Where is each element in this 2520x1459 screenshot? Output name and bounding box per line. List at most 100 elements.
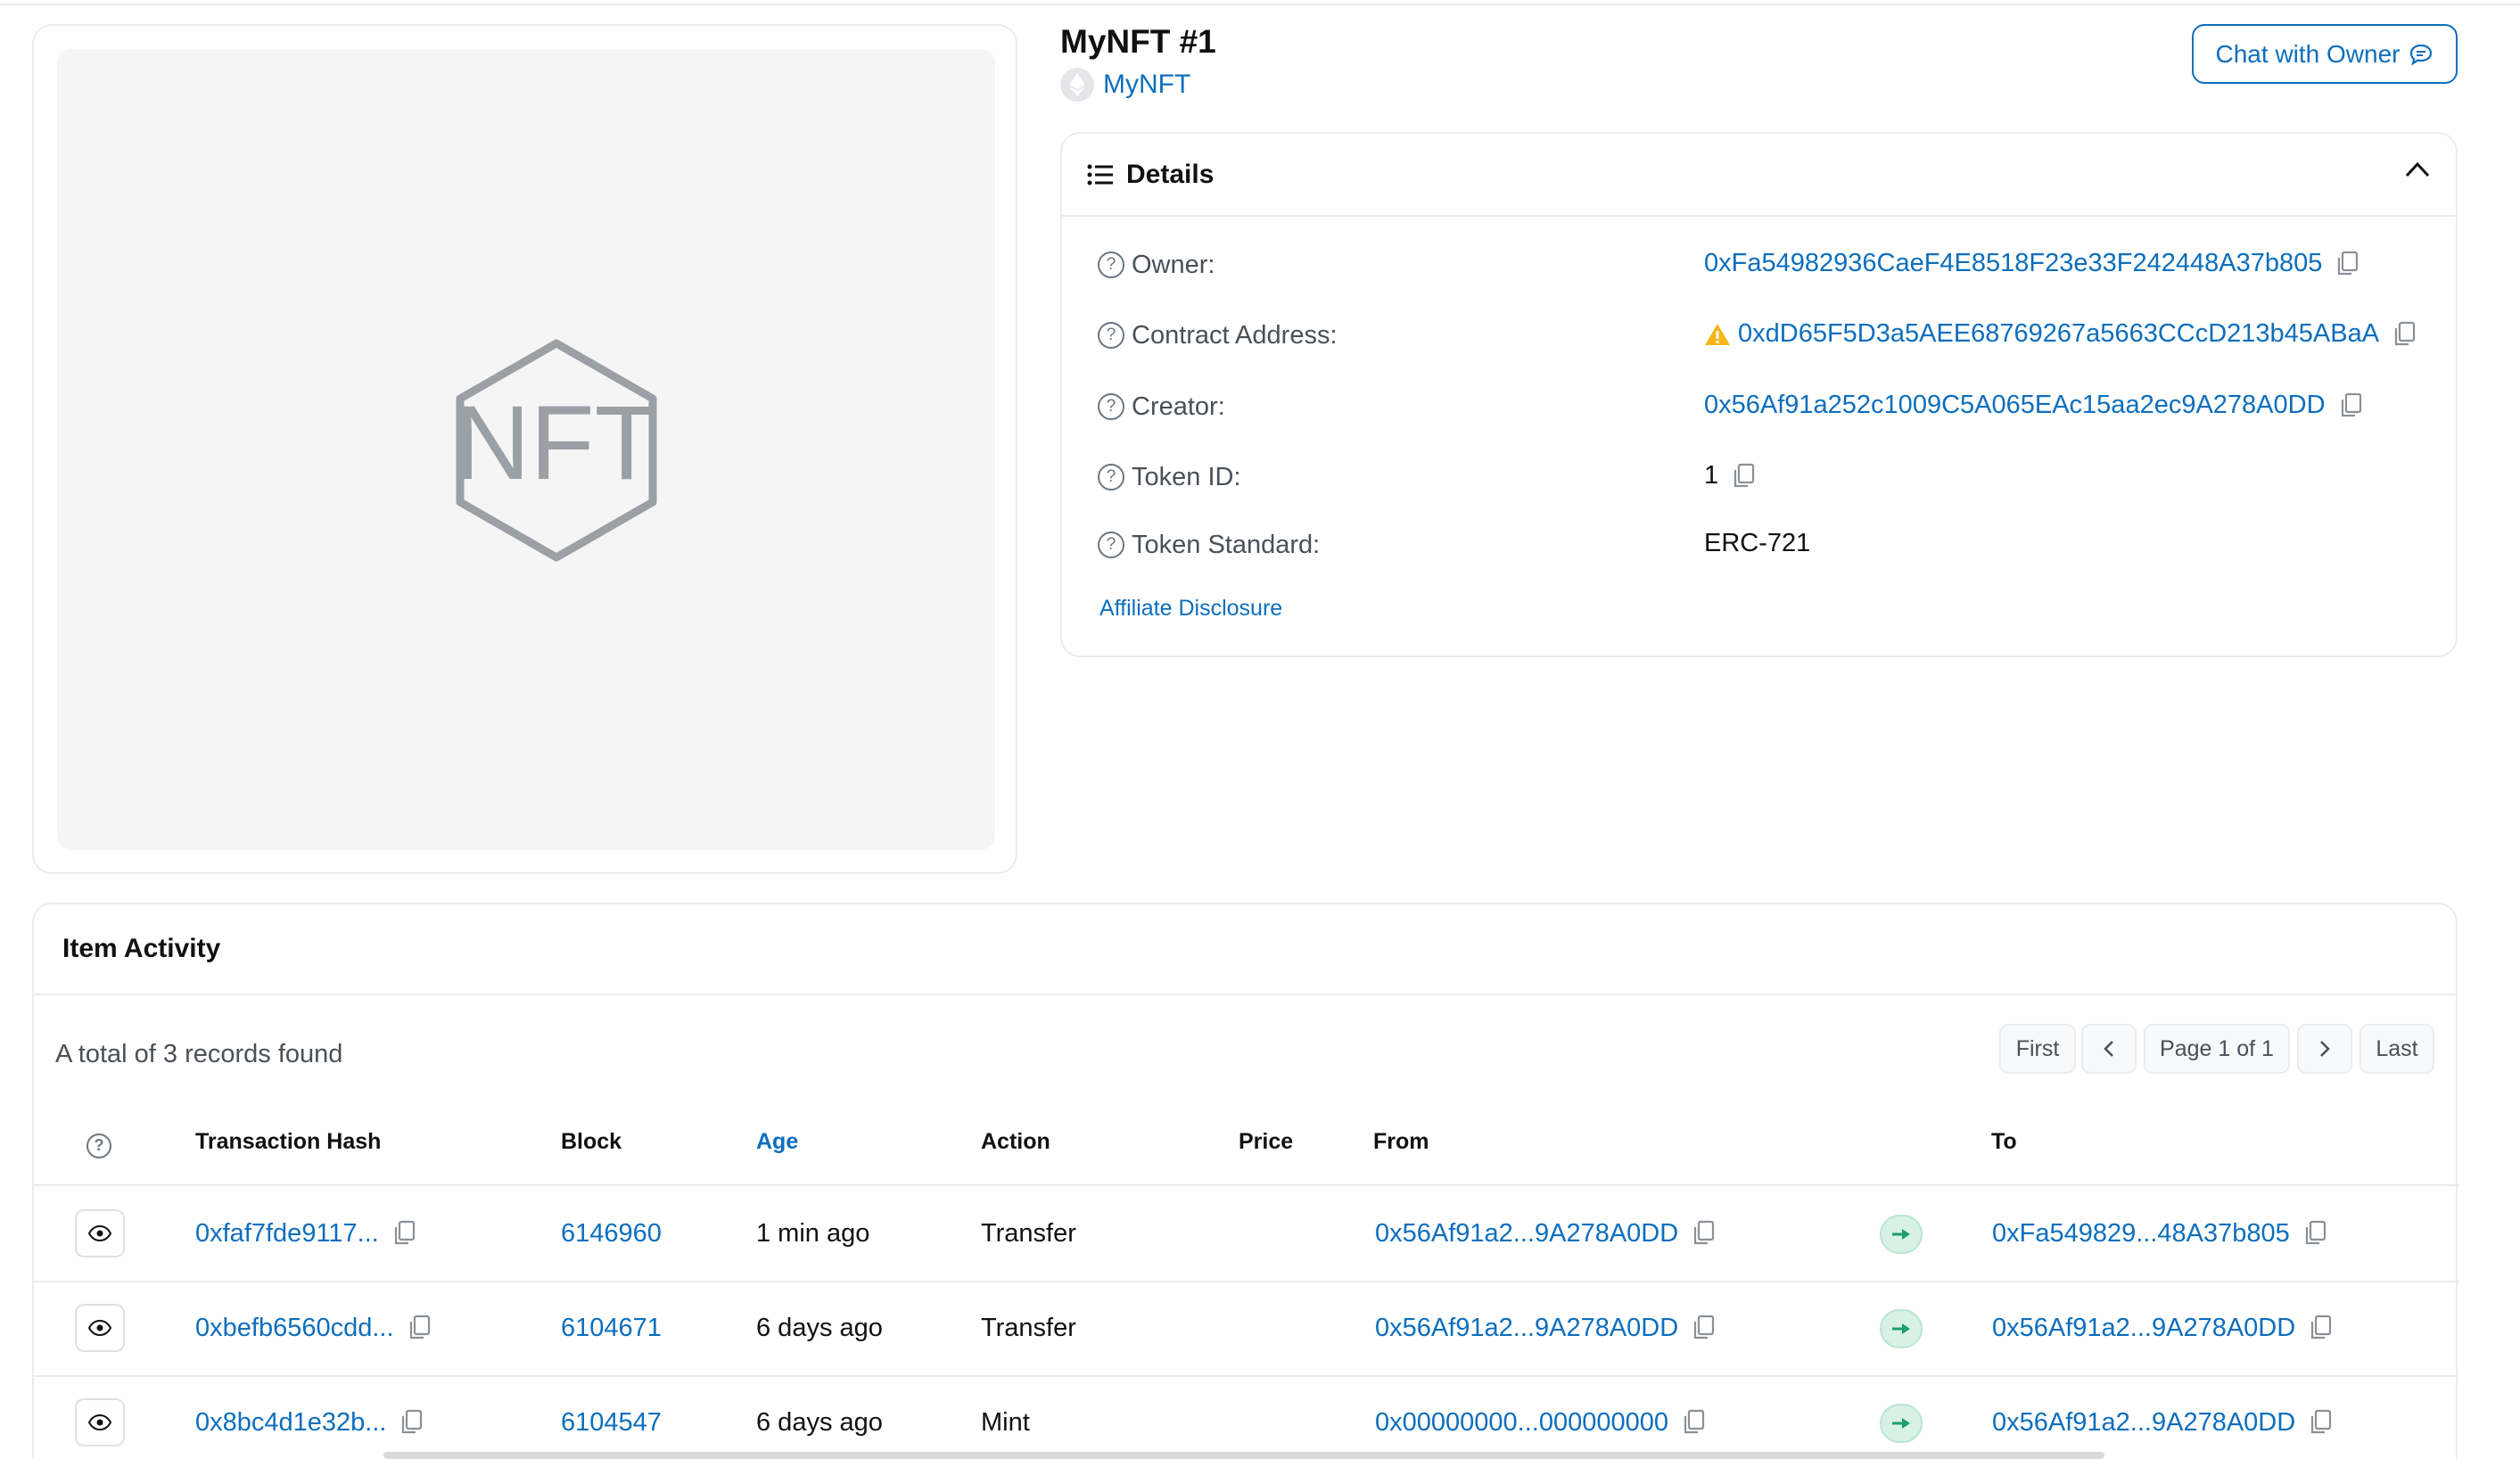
copy-icon[interactable] bbox=[2308, 1315, 2333, 1341]
col-from: From bbox=[1373, 1129, 1429, 1154]
tx-hash-link[interactable]: 0xbefb6560cdd... bbox=[195, 1314, 394, 1343]
age-text: 6 days ago bbox=[756, 1407, 883, 1437]
col-age[interactable]: Age bbox=[756, 1129, 798, 1155]
horizontal-scrollbar[interactable] bbox=[383, 1452, 2104, 1459]
view-details-button[interactable] bbox=[75, 1304, 125, 1352]
token-id-row: ? Token ID: 1 bbox=[1098, 457, 2417, 497]
table-row: 0x8bc4d1e32b... 6104547 6 days ago Mint … bbox=[34, 1375, 2459, 1459]
list-icon bbox=[1087, 164, 1113, 185]
creator-address-link[interactable]: 0x56Af91a252c1009C5A065EAc15aa2ec9A278A0… bbox=[1704, 391, 2326, 420]
copy-icon[interactable] bbox=[2308, 1409, 2333, 1436]
nft-image: NFT bbox=[57, 49, 995, 850]
help-circle-icon[interactable]: ? bbox=[1098, 322, 1124, 349]
from-cell: 0x56Af91a2...9A278A0DD bbox=[1375, 1186, 1716, 1281]
copy-icon[interactable] bbox=[391, 1220, 416, 1247]
block-link[interactable]: 6146960 bbox=[561, 1219, 662, 1249]
copy-icon[interactable] bbox=[399, 1409, 424, 1436]
copy-icon[interactable] bbox=[2392, 321, 2417, 348]
to-address-link[interactable]: 0x56Af91a2...9A278A0DD bbox=[1992, 1314, 2295, 1343]
block-link[interactable]: 6104547 bbox=[561, 1408, 662, 1438]
col-action: Action bbox=[981, 1129, 1050, 1154]
tx-hash-cell: 0x8bc4d1e32b... bbox=[195, 1375, 424, 1459]
chevron-up-icon[interactable] bbox=[2404, 161, 2431, 178]
block-cell: 6104671 bbox=[561, 1281, 662, 1375]
copy-icon[interactable] bbox=[1691, 1315, 1716, 1341]
tx-hash-cell: 0xbefb6560cdd... bbox=[195, 1281, 432, 1375]
copy-icon[interactable] bbox=[2335, 251, 2359, 277]
creator-row: ? Creator: 0x56Af91a252c1009C5A065EAc15a… bbox=[1098, 387, 2417, 426]
from-address-link[interactable]: 0x56Af91a2...9A278A0DD bbox=[1375, 1314, 1678, 1343]
copy-icon[interactable] bbox=[1691, 1220, 1716, 1247]
affiliate-disclosure-link[interactable]: Affiliate Disclosure bbox=[1099, 596, 1282, 622]
from-cell: 0x56Af91a2...9A278A0DD bbox=[1375, 1281, 1716, 1375]
last-page-button[interactable]: Last bbox=[2359, 1024, 2434, 1074]
tx-hash-cell: 0xfaf7fde9117... bbox=[195, 1186, 416, 1281]
owner-address-link[interactable]: 0xFa54982936CaeF4E8518F23e33F242448A37b8… bbox=[1704, 249, 2322, 278]
top-divider bbox=[0, 4, 2520, 5]
records-count: A total of 3 records found bbox=[55, 1040, 343, 1068]
action-cell: Transfer bbox=[981, 1186, 1076, 1281]
chevron-left-icon bbox=[2104, 1041, 2113, 1057]
action-cell: Transfer bbox=[981, 1281, 1076, 1375]
help-circle-icon[interactable]: ? bbox=[1098, 393, 1124, 420]
age-cell: 6 days ago bbox=[756, 1375, 883, 1459]
next-page-button[interactable] bbox=[2297, 1024, 2352, 1074]
block-cell: 6146960 bbox=[561, 1186, 662, 1281]
contract-label: Contract Address: bbox=[1132, 320, 1338, 350]
from-address-link[interactable]: 0x56Af91a2...9A278A0DD bbox=[1375, 1219, 1678, 1249]
token-standard-row: ? Token Standard: ERC-721 bbox=[1098, 525, 2417, 565]
prev-page-button[interactable] bbox=[2081, 1024, 2137, 1074]
contract-address-link[interactable]: 0xdD65F5D3a5AEE68769267a5663CCcD213b45AB… bbox=[1738, 319, 2379, 349]
copy-icon[interactable] bbox=[2338, 392, 2363, 419]
owner-row: ? Owner: 0xFa54982936CaeF4E8518F23e33F24… bbox=[1098, 245, 2417, 284]
eye-icon bbox=[88, 1320, 111, 1336]
collection-name[interactable]: MyNFT bbox=[1103, 70, 1190, 100]
copy-icon[interactable] bbox=[1681, 1409, 1706, 1436]
chat-icon bbox=[2410, 44, 2433, 65]
copy-icon[interactable] bbox=[2302, 1220, 2327, 1247]
help-circle-icon[interactable]: ? bbox=[1098, 464, 1124, 490]
chevron-right-icon bbox=[2320, 1041, 2330, 1057]
from-address-link[interactable]: 0x00000000...000000000 bbox=[1375, 1408, 1668, 1438]
help-circle-icon[interactable]: ? bbox=[1098, 532, 1124, 558]
col-to: To bbox=[1991, 1129, 2017, 1154]
tx-hash-link[interactable]: 0xfaf7fde9117... bbox=[195, 1219, 379, 1249]
item-activity-title: Item Activity bbox=[34, 904, 2456, 995]
view-details-button[interactable] bbox=[75, 1398, 125, 1447]
eye-icon bbox=[88, 1225, 111, 1241]
tx-hash-link[interactable]: 0x8bc4d1e32b... bbox=[195, 1408, 386, 1438]
view-details-button[interactable] bbox=[75, 1209, 125, 1257]
action-text: Mint bbox=[981, 1407, 1030, 1437]
collection-link[interactable]: MyNFT bbox=[1060, 68, 1190, 102]
action-text: Transfer bbox=[981, 1218, 1076, 1248]
item-activity-panel: Item Activity A total of 3 records found… bbox=[32, 903, 2459, 1459]
col-block: Block bbox=[561, 1129, 622, 1154]
to-cell: 0xFa549829...48A37b805 bbox=[1992, 1186, 2327, 1281]
nft-placeholder-logo: NFT bbox=[454, 339, 659, 562]
token-id-label: Token ID: bbox=[1132, 462, 1241, 491]
chat-with-owner-button[interactable]: Chat with Owner bbox=[2192, 24, 2458, 84]
to-address-link[interactable]: 0x56Af91a2...9A278A0DD bbox=[1992, 1408, 2295, 1438]
action-cell: Mint bbox=[981, 1375, 1030, 1459]
creator-value: 0x56Af91a252c1009C5A065EAc15aa2ec9A278A0… bbox=[1704, 391, 2363, 420]
eye-icon bbox=[88, 1414, 111, 1430]
copy-icon[interactable] bbox=[407, 1315, 432, 1341]
nft-placeholder-text: NFT bbox=[454, 384, 658, 502]
nft-image-card: NFT bbox=[32, 24, 1017, 874]
first-page-button[interactable]: First bbox=[1999, 1024, 2076, 1074]
block-cell: 6104547 bbox=[561, 1375, 662, 1459]
to-address-link[interactable]: 0xFa549829...48A37b805 bbox=[1992, 1219, 2290, 1249]
details-title: Details bbox=[1126, 159, 1215, 189]
copy-icon[interactable] bbox=[1731, 463, 1756, 490]
page-indicator: Page 1 of 1 bbox=[2144, 1024, 2290, 1074]
help-circle-icon[interactable]: ? bbox=[86, 1131, 119, 1158]
col-transaction-hash: Transaction Hash bbox=[195, 1129, 382, 1154]
table-row: 0xfaf7fde9117... 6146960 1 min ago Trans… bbox=[34, 1186, 2459, 1281]
token-standard-label: Token Standard: bbox=[1132, 530, 1321, 559]
block-link[interactable]: 6104671 bbox=[561, 1314, 662, 1343]
details-panel: Details ? Owner: 0xFa54982936CaeF4E8518F… bbox=[1060, 132, 2458, 657]
token-standard-text: ERC-721 bbox=[1704, 529, 1811, 557]
details-header[interactable]: Details bbox=[1062, 134, 2456, 217]
help-circle-icon[interactable]: ? bbox=[1098, 251, 1124, 278]
to-cell: 0x56Af91a2...9A278A0DD bbox=[1992, 1281, 2333, 1375]
